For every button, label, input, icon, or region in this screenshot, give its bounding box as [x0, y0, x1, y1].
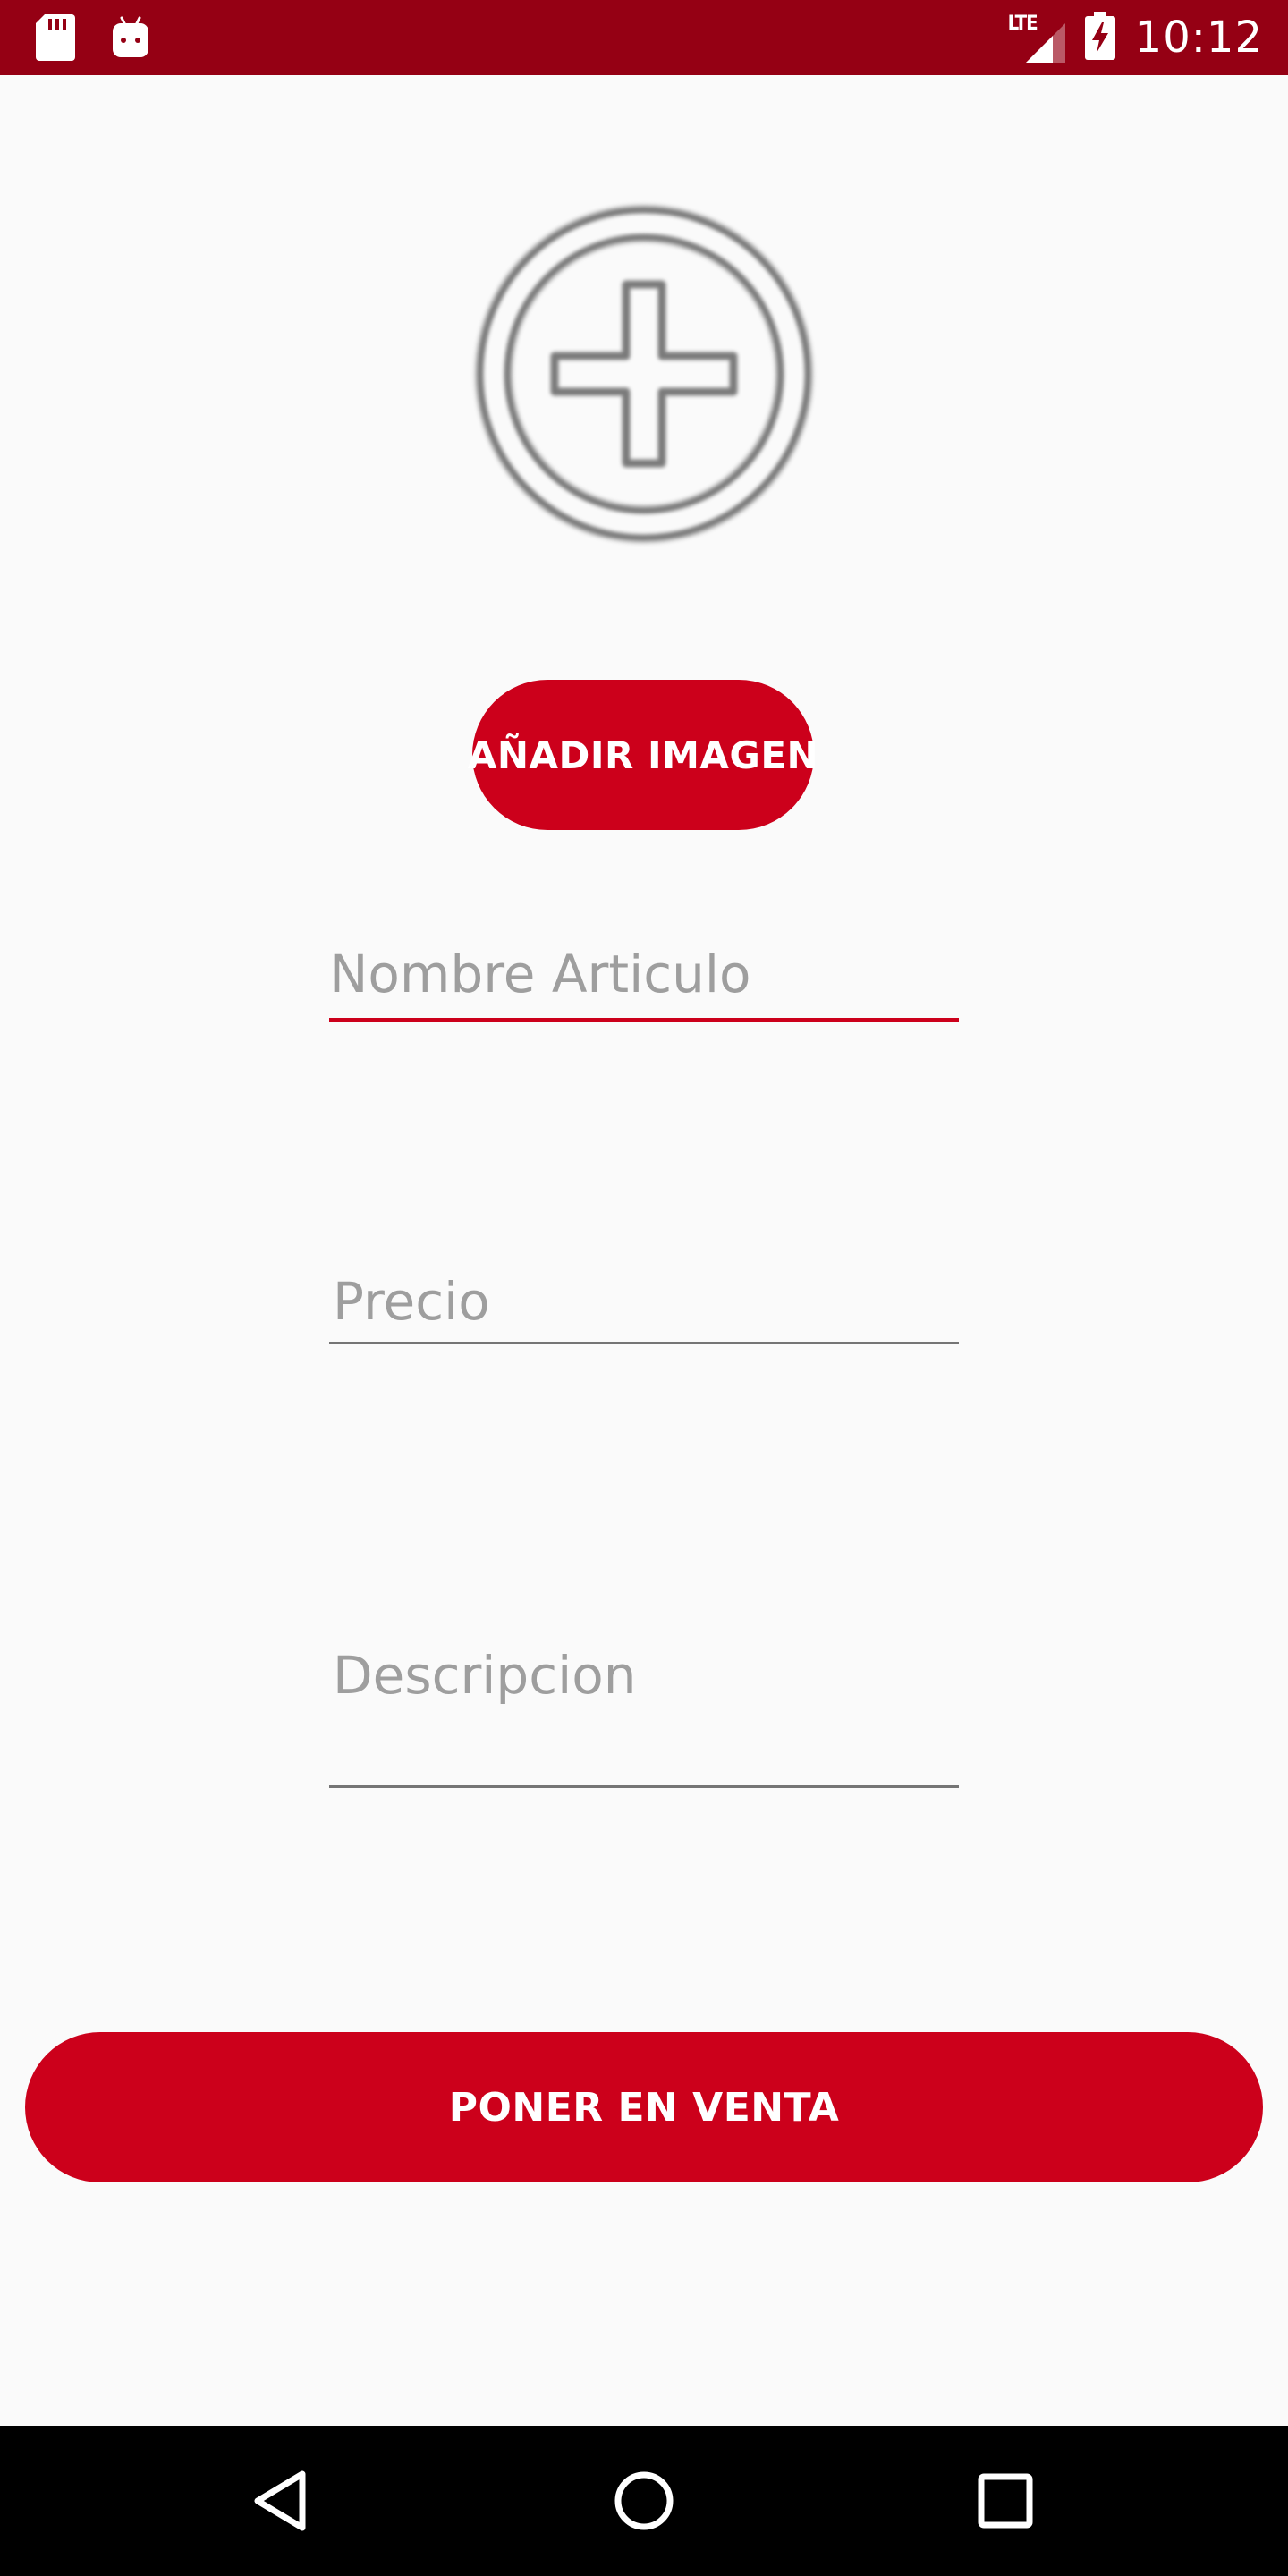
put-on-sale-button[interactable]: PONER EN VENTA: [25, 2032, 1263, 2182]
battery-charging-icon: [1084, 12, 1115, 64]
back-icon[interactable]: [243, 2462, 322, 2540]
description-field[interactable]: Descripcion: [329, 1644, 959, 1791]
screen: LTE 10:12 AÑADIR IMAGEN Nombre Articulo: [0, 0, 1288, 2576]
lte-label: LTE: [1007, 13, 1038, 35]
add-circle-icon: [474, 204, 814, 544]
status-notifications: [36, 14, 150, 64]
item-name-placeholder: Nombre Articulo: [329, 944, 751, 1004]
description-placeholder: Descripcion: [333, 1645, 637, 1706]
add-image-button[interactable]: AÑADIR IMAGEN: [468, 680, 818, 830]
navigation-bar: [0, 2426, 1288, 2576]
home-icon[interactable]: [605, 2462, 683, 2540]
price-placeholder: Precio: [333, 1271, 490, 1332]
item-name-underline: [329, 1018, 959, 1022]
item-name-field[interactable]: Nombre Articulo: [329, 941, 959, 1023]
sd-card-icon: [36, 14, 75, 64]
android-icon: [111, 16, 150, 63]
recents-icon[interactable]: [966, 2462, 1045, 2540]
price-field[interactable]: Precio: [329, 1268, 959, 1351]
status-bar: LTE 10:12: [0, 0, 1288, 75]
price-underline: [329, 1342, 959, 1344]
status-time: 10:12: [1134, 13, 1263, 63]
lte-signal-icon: LTE: [1008, 13, 1065, 63]
add-image-placeholder[interactable]: [472, 202, 816, 546]
status-system: LTE 10:12: [1008, 0, 1263, 75]
description-underline: [329, 1785, 959, 1788]
